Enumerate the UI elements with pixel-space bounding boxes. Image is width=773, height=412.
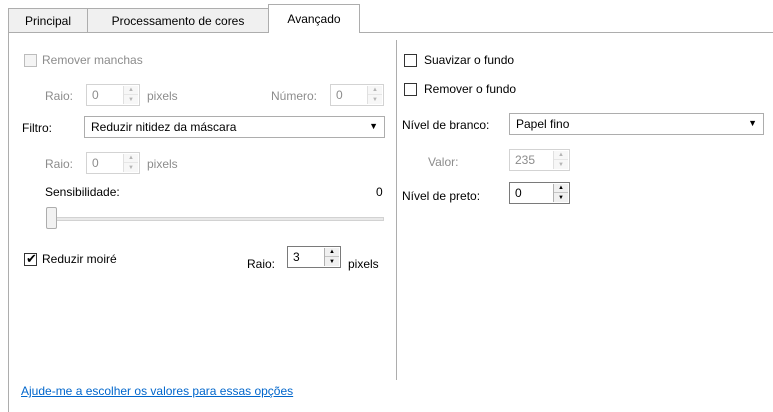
remove-bg-checkbox[interactable]: [404, 83, 417, 96]
sensitivity-label: Sensibilidade:: [45, 185, 120, 199]
smooth-bg-checkbox[interactable]: [404, 54, 417, 67]
sensitivity-slider-track[interactable]: [46, 217, 384, 221]
black-level-stepper[interactable]: 0 ▲ ▼: [509, 182, 570, 204]
moire-radius-label: Raio:: [247, 257, 276, 271]
number-stepper[interactable]: 0 ▲ ▼: [330, 84, 384, 106]
sensitivity-slider-thumb[interactable]: [46, 207, 57, 229]
moire-radius-unit: pixels: [348, 257, 379, 271]
tab-principal[interactable]: Principal: [8, 8, 88, 32]
remove-bg-label: Remover o fundo: [424, 82, 517, 96]
value-up-icon[interactable]: ▲: [554, 151, 568, 160]
tab-color-processing[interactable]: Processamento de cores: [87, 8, 269, 32]
radius2-unit: pixels: [147, 157, 178, 171]
radius2-value: 0: [92, 156, 99, 170]
white-level-select[interactable]: Papel fino ▼: [509, 113, 764, 135]
number-value: 0: [336, 88, 343, 102]
radius1-value: 0: [92, 88, 99, 102]
moire-radius-down-icon[interactable]: ▼: [325, 257, 339, 266]
black-level-value: 0: [515, 186, 522, 200]
value-stepper[interactable]: 235 ▲ ▼: [509, 149, 570, 171]
remove-spots-checkbox[interactable]: [24, 54, 37, 67]
moire-radius-value: 3: [293, 250, 300, 264]
black-level-down-icon[interactable]: ▼: [554, 193, 568, 202]
radius2-up-icon[interactable]: ▲: [124, 154, 138, 163]
number-down-icon[interactable]: ▼: [368, 95, 382, 104]
black-level-up-icon[interactable]: ▲: [554, 184, 568, 193]
value-value: 235: [515, 153, 536, 167]
moire-label: Reduzir moiré: [42, 252, 117, 266]
radius1-label: Raio:: [45, 89, 74, 103]
radius1-unit: pixels: [147, 89, 178, 103]
moire-radius-stepper[interactable]: 3 ▲ ▼: [287, 246, 341, 268]
black-level-label: Nível de preto:: [402, 189, 481, 203]
tab-advanced[interactable]: Avançado: [268, 4, 360, 33]
white-level-label: Nível de branco:: [402, 118, 490, 132]
number-label: Número:: [271, 89, 318, 103]
value-label: Valor:: [428, 155, 459, 169]
filter-value: Reduzir nitidez da máscara: [91, 120, 237, 134]
check-icon: ✔: [26, 251, 37, 266]
radius1-up-icon[interactable]: ▲: [124, 86, 138, 95]
value-down-icon[interactable]: ▼: [554, 160, 568, 169]
chevron-down-icon: ▼: [369, 121, 378, 131]
column-divider: [396, 40, 397, 380]
smooth-bg-label: Suavizar o fundo: [424, 53, 515, 67]
radius1-down-icon[interactable]: ▼: [124, 95, 138, 104]
radius1-stepper[interactable]: 0 ▲ ▼: [86, 84, 140, 106]
help-link[interactable]: Ajude-me a escolher os valores para essa…: [21, 384, 293, 398]
radius2-down-icon[interactable]: ▼: [124, 163, 138, 172]
sensitivity-value: 0: [376, 185, 383, 199]
radius2-stepper[interactable]: 0 ▲ ▼: [86, 152, 140, 174]
filter-select[interactable]: Reduzir nitidez da máscara ▼: [84, 116, 385, 138]
number-up-icon[interactable]: ▲: [368, 86, 382, 95]
moire-checkbox[interactable]: ✔: [24, 251, 37, 266]
white-level-value: Papel fino: [516, 117, 570, 131]
moire-radius-up-icon[interactable]: ▲: [325, 248, 339, 257]
chevron-down-icon: ▼: [748, 118, 757, 128]
radius2-label: Raio:: [45, 157, 74, 171]
filter-label: Filtro:: [22, 121, 52, 135]
remove-spots-label: Remover manchas: [42, 53, 143, 67]
